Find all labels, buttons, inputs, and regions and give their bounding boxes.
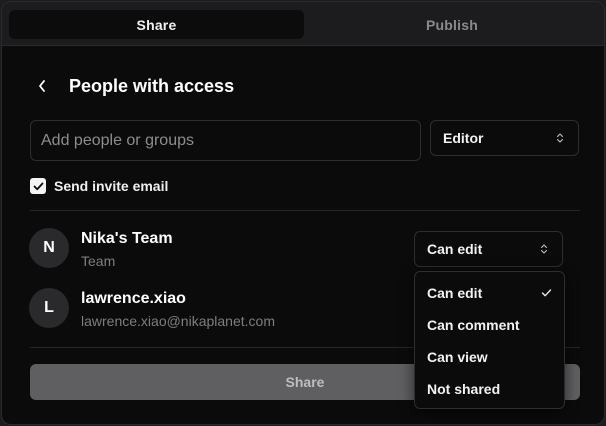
divider — [30, 210, 580, 211]
chevron-left-icon — [39, 80, 45, 92]
role-select[interactable]: Editor — [430, 120, 579, 156]
person-subtitle: lawrence.xiao@nikaplanet.com — [81, 313, 275, 329]
chevron-up-down-icon — [556, 133, 564, 143]
menu-item-not-shared[interactable]: Not shared — [415, 373, 564, 405]
menu-item-can-edit[interactable]: Can edit — [415, 277, 564, 309]
person-name: lawrence.xiao — [81, 290, 186, 307]
avatar: N — [29, 228, 69, 268]
menu-item-label: Can view — [427, 349, 488, 365]
send-invite-checkbox[interactable] — [30, 178, 46, 194]
menu-item-label: Can comment — [427, 317, 520, 333]
person-subtitle: Team — [81, 253, 116, 269]
menu-item-label: Not shared — [427, 381, 501, 397]
share-dialog: Share Publish People with access Editor … — [1, 1, 605, 425]
permission-select-value: Can edit — [427, 241, 483, 257]
add-people-input[interactable] — [30, 120, 421, 161]
chevron-up-down-icon — [540, 244, 548, 254]
send-invite-label[interactable]: Send invite email — [54, 178, 168, 194]
send-invite-row: Send invite email — [30, 178, 168, 194]
person-name: Nika's Team — [81, 230, 173, 247]
permission-menu: Can edit Can comment Can view Not shared — [414, 271, 565, 409]
page-title: People with access — [69, 76, 235, 96]
tab-bar: Share Publish — [2, 2, 604, 46]
menu-item-can-comment[interactable]: Can comment — [415, 309, 564, 341]
checkmark-icon — [33, 182, 43, 190]
tab-share[interactable]: Share — [9, 10, 304, 39]
menu-item-label: Can edit — [427, 285, 483, 301]
avatar: L — [29, 288, 69, 328]
role-select-value: Editor — [443, 130, 484, 146]
permission-select[interactable]: Can edit — [414, 231, 563, 267]
back-button[interactable] — [32, 74, 52, 98]
checkmark-icon — [541, 289, 552, 297]
menu-item-can-view[interactable]: Can view — [415, 341, 564, 373]
tab-publish[interactable]: Publish — [304, 10, 600, 39]
